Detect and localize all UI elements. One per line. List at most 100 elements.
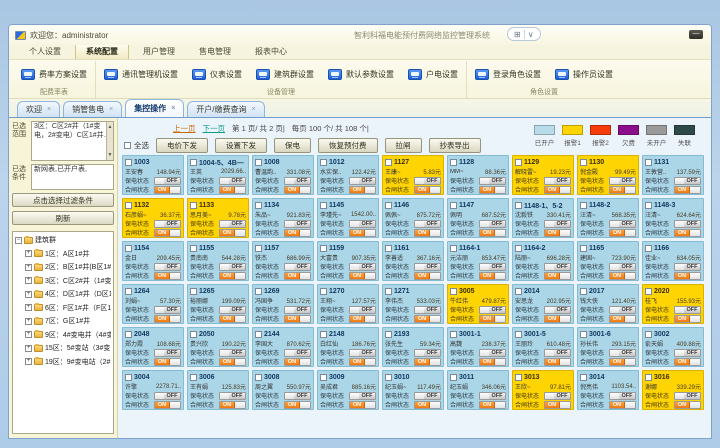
switch-toggle[interactable]: ON — [544, 401, 571, 409]
checkbox-icon[interactable] — [255, 288, 262, 295]
switch-toggle[interactable]: ON — [479, 401, 506, 409]
checkbox-icon[interactable] — [125, 202, 132, 209]
tree-item-3[interactable]: +4区：D区1#井（D区1 — [25, 289, 111, 299]
switch-toggle[interactable]: ON — [674, 315, 701, 323]
checkbox-icon[interactable] — [125, 245, 132, 252]
selected-range-box[interactable]: 3区：C区2#井（1#变电，2#变电）C区1#井… ▲▼ — [31, 121, 114, 161]
supply-toggle[interactable]: OFF — [544, 263, 571, 271]
supply-toggle[interactable]: OFF — [674, 349, 701, 357]
switch-toggle[interactable]: ON — [284, 315, 311, 323]
toolbar-button-3[interactable]: 恢复预付费 — [318, 138, 378, 153]
close-icon[interactable]: × — [109, 106, 113, 113]
ribbon-button[interactable]: 费率方案设置 — [21, 69, 87, 80]
switch-toggle[interactable]: ON — [674, 186, 701, 194]
supply-toggle[interactable]: OFF — [219, 349, 246, 357]
checkbox-icon[interactable] — [255, 245, 262, 252]
supply-toggle[interactable]: OFF — [544, 306, 571, 314]
supply-toggle[interactable]: OFF — [414, 177, 441, 185]
switch-toggle[interactable]: ON — [219, 358, 246, 366]
checkbox-icon[interactable] — [320, 202, 327, 209]
switch-toggle[interactable]: ON — [674, 358, 701, 366]
checkbox-icon[interactable] — [450, 202, 457, 209]
checkbox-icon[interactable] — [190, 159, 197, 166]
toolbar-button-4[interactable]: 拉闸 — [385, 138, 422, 153]
checkbox-icon[interactable] — [580, 288, 587, 295]
switch-toggle[interactable]: ON — [544, 272, 571, 280]
supply-toggle[interactable]: OFF — [219, 263, 246, 271]
switch-toggle[interactable]: ON — [414, 229, 441, 237]
supply-toggle[interactable]: OFF — [674, 392, 701, 400]
switch-toggle[interactable]: ON — [154, 272, 181, 280]
ribbon-button[interactable]: 默认参数设置 — [328, 69, 394, 80]
arrow-down-icon[interactable]: ▼ — [108, 151, 113, 160]
ribbon-button[interactable]: 建筑群设置 — [256, 69, 314, 80]
checkbox-icon[interactable] — [645, 159, 652, 166]
ribbon-button[interactable]: 操作员设置 — [555, 69, 613, 80]
close-icon[interactable]: × — [171, 105, 175, 112]
switch-toggle[interactable]: ON — [284, 186, 311, 194]
expand-icon[interactable]: + — [25, 331, 32, 338]
ribbon-button[interactable]: 户电设置 — [408, 69, 458, 80]
tree-item-7[interactable]: +15区：5#变站（3#变电 — [25, 343, 111, 353]
supply-toggle[interactable]: OFF — [609, 177, 636, 185]
checkbox-icon[interactable] — [580, 245, 587, 252]
switch-toggle[interactable]: ON — [219, 315, 246, 323]
checkbox-icon[interactable] — [190, 202, 197, 209]
switch-toggle[interactable]: ON — [674, 229, 701, 237]
checkbox-icon[interactable] — [645, 245, 652, 252]
supply-toggle[interactable]: OFF — [219, 177, 246, 185]
supply-toggle[interactable]: OFF — [154, 177, 181, 185]
supply-toggle[interactable]: OFF — [609, 349, 636, 357]
refresh-button[interactable]: 刷新 — [12, 211, 114, 225]
tab-2[interactable]: 集控操作× — [125, 99, 184, 117]
tree-item-0[interactable]: +1区：A区1#井 — [25, 249, 111, 259]
expand-icon[interactable]: + — [25, 318, 32, 325]
switch-toggle[interactable]: ON — [284, 401, 311, 409]
selected-condition-box[interactable]: 新网表,已开户表, — [31, 164, 114, 190]
checkbox-icon[interactable] — [515, 331, 522, 338]
checkbox-icon[interactable] — [320, 288, 327, 295]
ribbon-button[interactable]: 通讯管理机设置 — [104, 69, 178, 80]
checkbox-icon[interactable] — [450, 159, 457, 166]
switch-toggle[interactable]: ON — [479, 358, 506, 366]
switch-toggle[interactable]: ON — [414, 272, 441, 280]
checkbox-icon[interactable] — [320, 331, 327, 338]
checkbox-icon[interactable] — [450, 245, 457, 252]
switch-toggle[interactable]: ON — [479, 272, 506, 280]
arrow-up-icon[interactable]: ▲ — [108, 123, 113, 132]
switch-toggle[interactable]: ON — [544, 186, 571, 194]
checkbox-icon[interactable] — [645, 374, 652, 381]
checkbox-icon[interactable] — [515, 245, 522, 252]
filter-button[interactable]: 点击选择过滤条件 — [12, 193, 114, 207]
checkbox-icon[interactable] — [255, 331, 262, 338]
switch-toggle[interactable]: ON — [154, 401, 181, 409]
switch-toggle[interactable]: ON — [219, 229, 246, 237]
ribbon-button[interactable]: 仪表设置 — [192, 69, 242, 80]
checkbox-icon[interactable] — [515, 202, 522, 209]
switch-toggle[interactable]: ON — [284, 272, 311, 280]
supply-toggle[interactable]: OFF — [674, 220, 701, 228]
supply-toggle[interactable]: OFF — [674, 177, 701, 185]
ribbon-button[interactable]: 登录角色设置 — [475, 69, 541, 80]
supply-toggle[interactable]: OFF — [544, 392, 571, 400]
switch-toggle[interactable]: ON — [154, 186, 181, 194]
checkbox-icon[interactable] — [645, 202, 652, 209]
switch-toggle[interactable]: ON — [349, 401, 376, 409]
checkbox-icon[interactable] — [385, 374, 392, 381]
supply-toggle[interactable]: OFF — [414, 263, 441, 271]
checkbox-icon[interactable] — [385, 288, 392, 295]
switch-toggle[interactable]: ON — [544, 358, 571, 366]
supply-toggle[interactable]: OFF — [219, 220, 246, 228]
checkbox-icon[interactable] — [385, 159, 392, 166]
switch-toggle[interactable]: ON — [154, 358, 181, 366]
tab-3[interactable]: 开户/缴费查询× — [187, 101, 264, 117]
checkbox-icon[interactable] — [515, 374, 522, 381]
switch-toggle[interactable]: ON — [414, 315, 441, 323]
expand-icon[interactable]: + — [25, 264, 32, 271]
supply-toggle[interactable]: OFF — [479, 220, 506, 228]
switch-toggle[interactable]: ON — [674, 401, 701, 409]
tree-item-2[interactable]: +3区：C区2#井（1#变电 — [25, 276, 111, 286]
checkbox-icon[interactable] — [515, 288, 522, 295]
select-all-checkbox[interactable]: 全选 — [124, 140, 149, 151]
checkbox-icon[interactable] — [190, 374, 197, 381]
